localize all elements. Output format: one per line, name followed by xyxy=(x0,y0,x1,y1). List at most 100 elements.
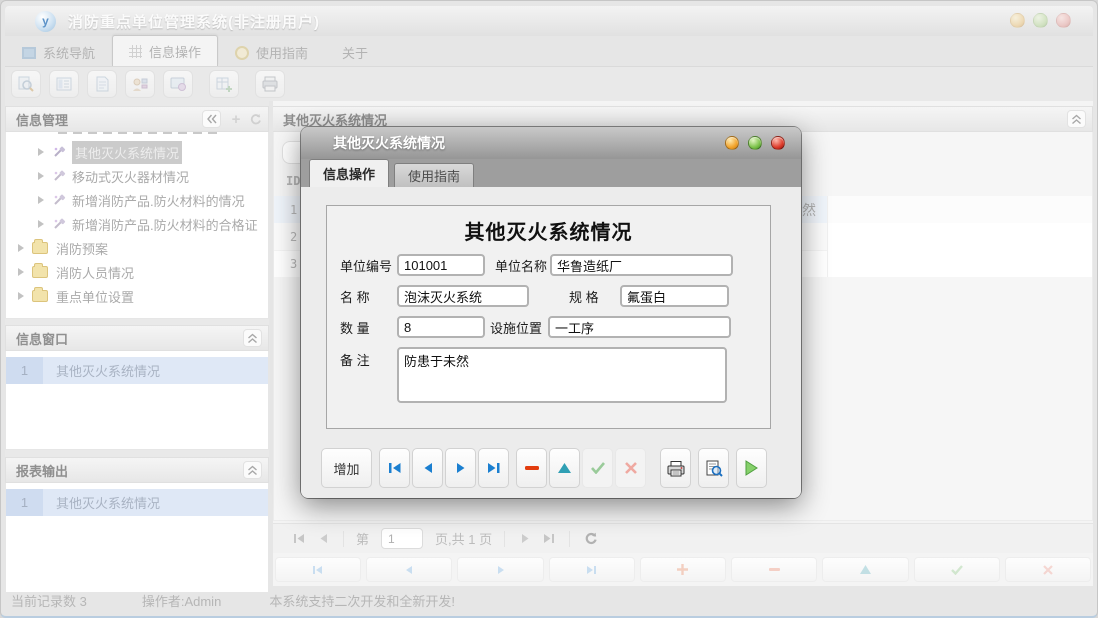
expand-arrow-icon[interactable] xyxy=(38,148,44,156)
dialog-close-button[interactable] xyxy=(771,136,785,150)
unit-name-field[interactable] xyxy=(550,254,733,276)
edit-record-button[interactable] xyxy=(549,448,580,488)
tree-item-new-products-cert[interactable]: 新增消防产品.防火材料的合格证 xyxy=(6,212,268,236)
tree-item-label: 消防预案 xyxy=(56,239,108,258)
double-chevron-up-icon xyxy=(1071,114,1082,125)
spec-field[interactable] xyxy=(620,285,729,307)
user-chart-icon xyxy=(131,75,149,93)
document-button[interactable] xyxy=(87,70,117,98)
preview-button[interactable] xyxy=(698,448,729,488)
expand-arrow-icon[interactable] xyxy=(38,220,44,228)
app-window: y 消防重点单位管理系统(非注册用户) 系统导航 信息操作 使用指南 关于 xyxy=(0,0,1098,618)
expand-arrow-icon[interactable] xyxy=(18,292,24,300)
minimize-button[interactable] xyxy=(1010,13,1025,28)
close-button[interactable] xyxy=(1056,13,1071,28)
refresh-tree-icon[interactable] xyxy=(249,113,262,126)
search-icon xyxy=(17,75,35,93)
dialog-tab-user-guide[interactable]: 使用指南 xyxy=(394,163,474,187)
page-prev-button[interactable] xyxy=(311,528,335,550)
grid-edit-button[interactable] xyxy=(822,557,908,582)
run-report-button[interactable] xyxy=(736,448,767,488)
list-item[interactable]: 1 其他灭火系统情况 xyxy=(6,357,268,384)
expand-arrow-icon[interactable] xyxy=(38,172,44,180)
page-last-button[interactable] xyxy=(537,528,561,550)
tree-item-label: 其他灭火系统情况 xyxy=(72,141,182,164)
grid-last-button[interactable] xyxy=(549,557,635,582)
table-add-button[interactable] xyxy=(209,70,239,98)
document-icon xyxy=(93,75,111,93)
record-prev-button[interactable] xyxy=(412,448,443,488)
dialog-maximize-button[interactable] xyxy=(748,136,762,150)
printer-icon xyxy=(667,460,685,477)
record-nav-bar xyxy=(275,557,1091,582)
record-count-label: 当前记录数 3 xyxy=(11,591,87,610)
info-mgmt-title: 信息管理 xyxy=(16,110,68,129)
grid-save-button[interactable] xyxy=(914,557,1000,582)
dialog-tab-info-operation[interactable]: 信息操作 xyxy=(309,159,389,187)
location-field[interactable] xyxy=(548,316,731,338)
save-record-button[interactable] xyxy=(582,448,613,488)
tool-icon xyxy=(52,193,66,207)
grid-add-button[interactable] xyxy=(640,557,726,582)
page-number-input[interactable] xyxy=(381,528,423,549)
pagination-bar: 第 页,共 1 页 xyxy=(273,523,1093,553)
tab-info-operation[interactable]: 信息操作 xyxy=(112,35,218,66)
print-button[interactable] xyxy=(660,448,691,488)
page-next-button[interactable] xyxy=(513,528,537,550)
tree-item-mobile-equipment[interactable]: 移动式灭火器材情况 xyxy=(6,164,268,188)
dialog-titlebar[interactable]: 其他灭火系统情况 xyxy=(301,127,801,159)
maximize-button[interactable] xyxy=(1033,13,1048,28)
tab-about[interactable]: 关于 xyxy=(325,38,385,66)
cancel-record-button[interactable] xyxy=(615,448,646,488)
id-column-header: ID xyxy=(286,174,300,188)
quantity-field[interactable] xyxy=(397,316,485,338)
expand-arrow-icon[interactable] xyxy=(18,244,24,252)
system-message-label: 本系统支持二次开发和全新开发! xyxy=(269,591,455,610)
monitor-button[interactable] xyxy=(163,70,193,98)
tree-item-fire-personnel[interactable]: 消防人员情况 xyxy=(6,260,268,284)
tab-label: 关于 xyxy=(342,43,368,62)
grid-delete-button[interactable] xyxy=(731,557,817,582)
record-first-button[interactable] xyxy=(379,448,410,488)
tab-user-guide[interactable]: 使用指南 xyxy=(218,38,325,66)
collapse-report-output-button[interactable] xyxy=(243,461,262,479)
tab-label: 信息操作 xyxy=(149,42,201,61)
add-record-button[interactable]: 增加 xyxy=(321,448,372,488)
output-button[interactable] xyxy=(255,70,285,98)
info-mgmt-tree: 其他灭火系统情况 移动式灭火器材情况 新增消防产品.防火材料的情况 新增消防产品… xyxy=(5,132,269,319)
tree-item-other-systems[interactable]: 其他灭火系统情况 xyxy=(6,140,268,164)
record-next-button[interactable] xyxy=(445,448,476,488)
record-form: 其他灭火系统情况 单位编号 单位名称 名 称 规 格 数 量 xyxy=(326,205,771,429)
grid-first-button[interactable] xyxy=(275,557,361,582)
info-window-list: 1 其他灭火系统情况 xyxy=(5,351,269,450)
list-icon xyxy=(55,75,73,93)
collapse-info-window-button[interactable] xyxy=(243,329,262,347)
tree-item-new-products[interactable]: 新增消防产品.防火材料的情况 xyxy=(6,188,268,212)
grid-prev-button[interactable] xyxy=(366,557,452,582)
form-list-button[interactable] xyxy=(49,70,79,98)
delete-record-button[interactable] xyxy=(516,448,547,488)
name-field[interactable] xyxy=(397,285,529,307)
tab-system-nav[interactable]: 系统导航 xyxy=(5,38,112,66)
tree-item-fire-plan[interactable]: 消防预案 xyxy=(6,236,268,260)
tree-item-key-unit-settings[interactable]: 重点单位设置 xyxy=(6,284,268,308)
expand-arrow-icon[interactable] xyxy=(38,196,44,204)
record-last-button[interactable] xyxy=(478,448,509,488)
grid-next-button[interactable] xyxy=(457,557,543,582)
collapse-main-panel-button[interactable] xyxy=(1067,110,1086,128)
grid-cancel-button[interactable] xyxy=(1005,557,1091,582)
collapse-sidebar-button[interactable] xyxy=(202,110,221,128)
search-doc-button[interactable] xyxy=(11,70,41,98)
refresh-button[interactable] xyxy=(578,528,602,550)
expand-arrow-icon[interactable] xyxy=(18,268,24,276)
remark-field[interactable]: 防患于未然 xyxy=(397,347,727,403)
dialog-body: 其他灭火系统情况 单位编号 单位名称 名 称 规 格 数 量 xyxy=(301,187,801,498)
dialog-toolbar: 增加 xyxy=(321,448,769,488)
page-first-button[interactable] xyxy=(287,528,311,550)
list-item[interactable]: 1 其他灭火系统情况 xyxy=(6,489,268,516)
user-chart-button[interactable] xyxy=(125,70,155,98)
tab-label: 系统导航 xyxy=(43,43,95,62)
dialog-minimize-button[interactable] xyxy=(725,136,739,150)
add-panel-icon[interactable]: + xyxy=(227,111,245,128)
unit-code-field[interactable] xyxy=(397,254,485,276)
